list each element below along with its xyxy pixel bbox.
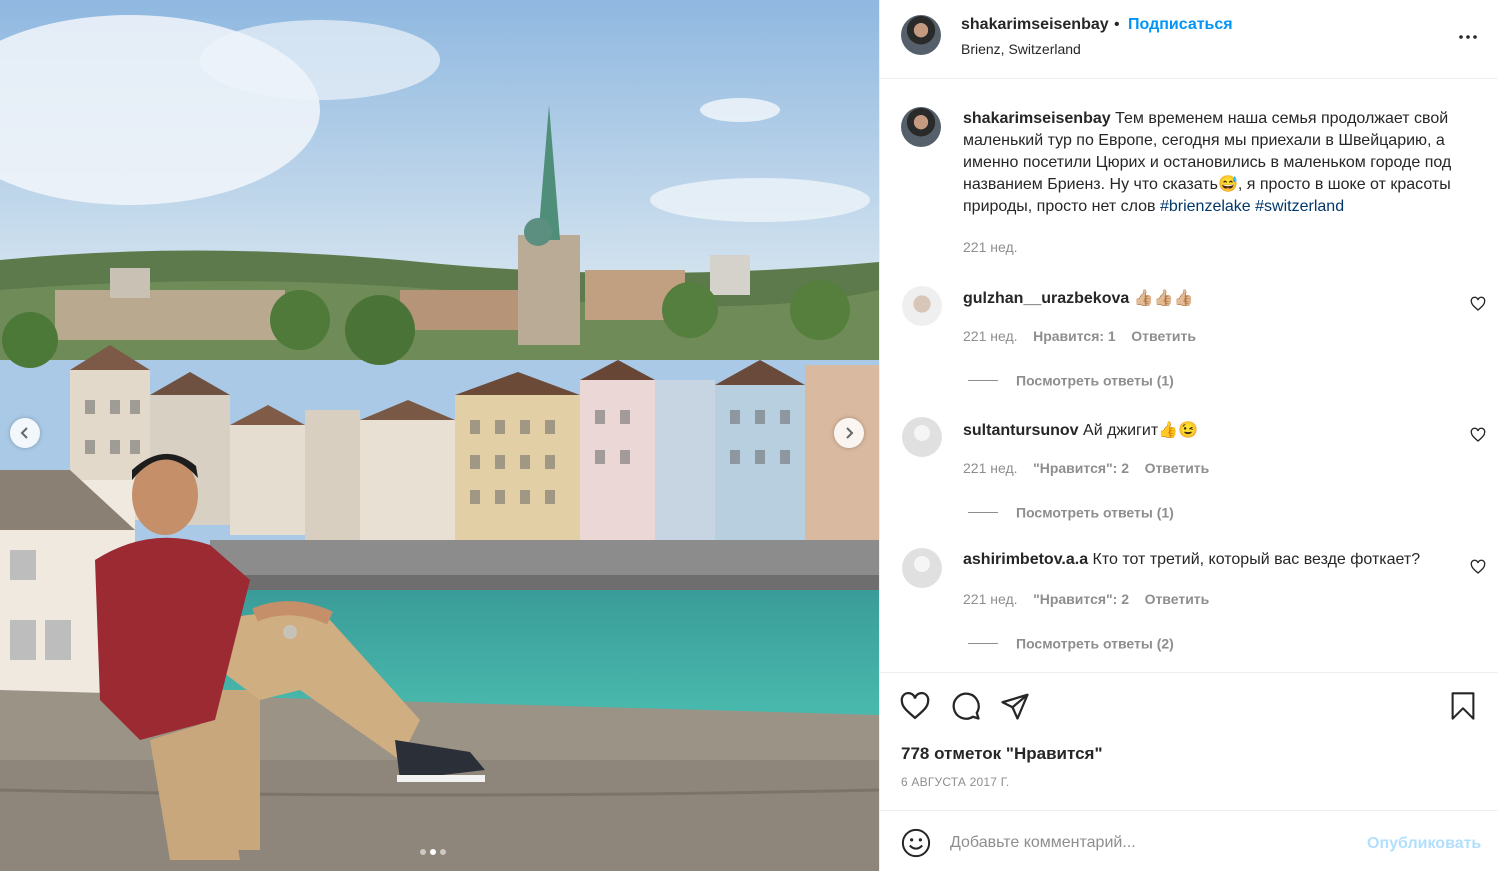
comment: sultantursunov Ай джигит👍😉 [963,420,1198,440]
carousel-dot-active [430,849,436,855]
comment-meta: 221 нед. "Нравится": 2 Ответить [963,460,1209,476]
replies-divider [968,379,998,381]
reply-button[interactable]: Ответить [1131,328,1196,344]
post-location[interactable]: Brienz, Switzerland [961,41,1081,57]
reply-button[interactable]: Ответить [1145,591,1210,607]
replies-divider [968,511,998,513]
comment-avatar[interactable] [902,286,942,326]
hashtag-link[interactable]: #switzerland [1255,198,1344,215]
post-actions: 778 отметок "Нравится" 6 АВГУСТА 2017 Г. [880,672,1498,810]
like-button[interactable] [899,690,931,722]
caption-avatar[interactable] [901,107,941,147]
comment-likes[interactable]: "Нравится": 2 [1033,591,1129,607]
comment-avatar[interactable] [902,548,942,588]
chevron-left-icon [20,427,28,439]
save-button[interactable] [1447,690,1479,722]
more-options-button[interactable] [1457,26,1479,48]
view-replies-label: Посмотреть ответы (2) [1016,635,1174,652]
smiley-icon[interactable] [901,828,931,858]
post-sidebar: shakarimseisenbay • Подписаться Brienz, … [879,0,1498,871]
comment-avatar[interactable] [902,417,942,457]
comment-meta: 221 нед. "Нравится": 2 Ответить [963,591,1209,607]
comment-text: Ай джигит👍😉 [1083,422,1198,439]
comment-input[interactable] [950,830,1350,856]
replies-divider [968,642,998,644]
reply-button[interactable]: Ответить [1145,460,1210,476]
caption-emoji: 😅 [1217,176,1238,193]
carousel-prev-button[interactable] [10,418,40,448]
comment-time[interactable]: 221 нед. [963,591,1018,607]
comment-likes[interactable]: Нравится: 1 [1033,328,1116,344]
owner-username[interactable]: shakarimseisenbay [961,16,1109,34]
instagram-post: shakarimseisenbay • Подписаться Brienz, … [0,0,1498,871]
comment: gulzhan__urazbekova 👍🏼👍🏼👍🏼 [963,288,1194,308]
caption-username[interactable]: shakarimseisenbay [963,110,1111,127]
caption-time[interactable]: 221 нед. [963,239,1018,255]
share-button[interactable] [999,690,1031,722]
comments-section: shakarimseisenbay Тем временем наша семь… [880,80,1498,672]
comment-like-heart-icon[interactable] [1470,559,1486,575]
publish-button[interactable]: Опубликовать [1367,835,1481,853]
view-replies-button[interactable]: Посмотреть ответы (1) [968,503,1174,520]
comment-like-heart-icon[interactable] [1470,296,1486,312]
comment-time[interactable]: 221 нед. [963,328,1018,344]
bookmark-icon [1451,692,1475,720]
owner-avatar[interactable] [901,15,941,55]
carousel-next-button[interactable] [834,418,864,448]
comment-username[interactable]: ashirimbetov.a.a [963,551,1088,568]
caption: shakarimseisenbay Тем временем наша семь… [963,108,1493,218]
comment-icon [952,692,980,720]
hashtag-link[interactable]: #brienzelake [1160,198,1251,215]
carousel-dot [440,849,446,855]
view-replies-button[interactable]: Посмотреть ответы (2) [968,634,1174,651]
add-comment-bar: Опубликовать [880,810,1498,871]
header-separator: • [1114,16,1120,33]
likes-count[interactable]: 778 отметок "Нравится" [901,744,1103,764]
comment-text: Кто тот третий, который вас везде фоткае… [1092,551,1421,568]
comment-username[interactable]: sultantursunov [963,422,1079,439]
comment-likes[interactable]: "Нравится": 2 [1033,460,1129,476]
view-replies-label: Посмотреть ответы (1) [1016,372,1174,389]
heart-icon [900,692,930,720]
post-header: shakarimseisenbay • Подписаться Brienz, … [880,0,1498,79]
comment-button[interactable] [950,690,982,722]
comment-text: 👍🏼👍🏼👍🏼 [1133,290,1194,307]
paper-plane-icon [1001,693,1029,720]
comment-meta: 221 нед. Нравится: 1 Ответить [963,328,1196,344]
post-photo[interactable] [0,0,879,871]
zurich-photo-illustration [0,0,879,871]
view-replies-label: Посмотреть ответы (1) [1016,504,1174,521]
comment-time[interactable]: 221 нед. [963,460,1018,476]
carousel-dot [420,849,426,855]
follow-button[interactable]: Подписаться [1128,16,1233,34]
view-replies-button[interactable]: Посмотреть ответы (1) [968,371,1174,388]
more-horizontal-icon [1459,35,1477,39]
carousel-dots [420,849,446,855]
comment-like-heart-icon[interactable] [1470,427,1486,443]
post-date[interactable]: 6 АВГУСТА 2017 Г. [901,775,1009,789]
comment: ashirimbetov.a.a Кто тот третий, который… [963,551,1420,569]
chevron-right-icon [846,427,854,439]
comment-username[interactable]: gulzhan__urazbekova [963,290,1129,307]
